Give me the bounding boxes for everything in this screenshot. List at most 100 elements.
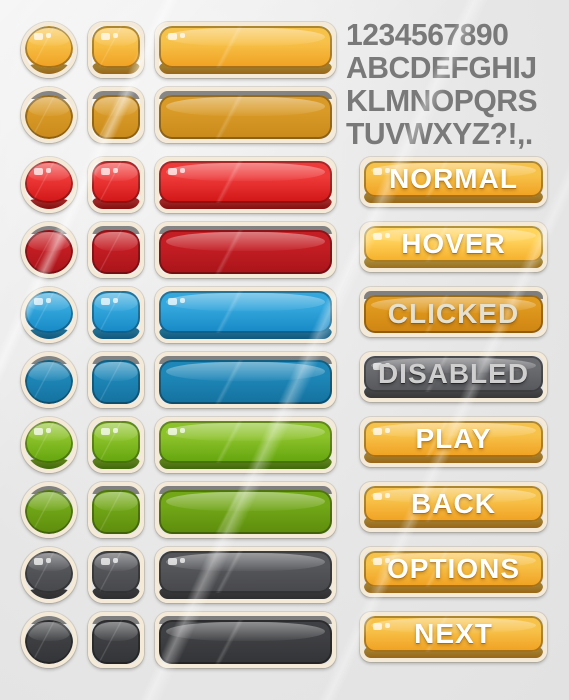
font-row-alpha-2: KLMNOPQRS [346, 83, 538, 118]
button-face [159, 620, 332, 664]
sheen-streak [25, 421, 73, 463]
gloss-highlight [165, 423, 326, 441]
button-orange-pressed-wide[interactable] [155, 87, 336, 143]
gloss-highlight [26, 232, 72, 251]
sheen-streak [25, 26, 73, 68]
button-red-normal-circle[interactable] [21, 157, 77, 213]
button-face [92, 620, 140, 664]
button-orange-normal-wide[interactable] [155, 22, 336, 78]
button-blue-normal-square[interactable] [88, 287, 144, 343]
highlight-dot-large [101, 428, 110, 435]
button-gray-pressed-square[interactable] [88, 612, 144, 668]
button-orange-normal-circle[interactable] [21, 22, 77, 78]
button-gray-normal-circle[interactable] [21, 547, 77, 603]
button-back[interactable]: BACK [360, 482, 547, 532]
sheen-streak [159, 230, 332, 274]
button-green-normal-square[interactable] [88, 417, 144, 473]
button-red-normal-square[interactable] [88, 157, 144, 213]
gloss-highlight [371, 617, 536, 633]
button-orange-pressed-square[interactable] [88, 87, 144, 143]
sheen-streak [364, 421, 543, 457]
button-green-pressed-square[interactable] [88, 482, 144, 538]
gloss-highlight [93, 622, 139, 641]
highlight-dot-large [101, 168, 110, 175]
button-face [364, 295, 543, 333]
gloss-highlight [371, 552, 536, 568]
button-orange-pressed-circle[interactable] [21, 87, 77, 143]
sheen-streak [25, 230, 73, 274]
sheen-streak [25, 490, 73, 534]
gloss-highlight [165, 28, 326, 46]
button-face [159, 360, 332, 404]
button-face [92, 230, 140, 274]
button-blue-normal-circle[interactable] [21, 287, 77, 343]
button-face [25, 291, 73, 333]
highlight-dot-small [385, 168, 390, 173]
sheen-streak [364, 551, 543, 587]
button-disabled[interactable]: DISABLED [360, 352, 547, 402]
button-face [25, 421, 73, 463]
highlight-dot-large [34, 298, 43, 305]
gloss-highlight [26, 28, 72, 46]
gloss-highlight [165, 97, 326, 116]
gloss-highlight [93, 293, 139, 311]
highlight-dot-small [385, 623, 390, 628]
button-face [364, 421, 543, 457]
gloss-highlight [371, 357, 536, 373]
highlight-dot-large [101, 558, 110, 565]
button-normal[interactable]: NORMAL [360, 157, 547, 207]
button-face [25, 551, 73, 593]
button-options[interactable]: OPTIONS [360, 547, 547, 597]
button-face [25, 95, 73, 139]
button-green-pressed-wide[interactable] [155, 482, 336, 538]
sheen-streak [92, 230, 140, 274]
button-face [159, 421, 332, 463]
button-kit-canvas: 1234567890 ABCDEFGHIJ KLMNOPQRS TUVWXYZ?… [0, 0, 569, 700]
highlight-dot-large [373, 363, 382, 370]
button-face [92, 291, 140, 333]
gloss-highlight [165, 553, 326, 571]
button-green-pressed-circle[interactable] [21, 482, 77, 538]
button-blue-pressed-wide[interactable] [155, 352, 336, 408]
button-play[interactable]: PLAY [360, 417, 547, 467]
button-gray-pressed-wide[interactable] [155, 612, 336, 668]
gloss-highlight [371, 227, 536, 243]
gloss-highlight [26, 163, 72, 181]
button-face [25, 161, 73, 203]
highlight-dot-small [46, 168, 51, 173]
gloss-highlight [26, 423, 72, 441]
button-red-normal-wide[interactable] [155, 157, 336, 213]
button-green-normal-wide[interactable] [155, 417, 336, 473]
button-face [25, 360, 73, 404]
button-blue-normal-wide[interactable] [155, 287, 336, 343]
button-orange-normal-square[interactable] [88, 22, 144, 78]
button-gray-pressed-circle[interactable] [21, 612, 77, 668]
highlight-dot-large [373, 428, 382, 435]
button-next[interactable]: NEXT [360, 612, 547, 662]
gloss-highlight [93, 423, 139, 441]
button-blue-pressed-circle[interactable] [21, 352, 77, 408]
gloss-highlight [371, 487, 536, 503]
sheen-streak [159, 551, 332, 593]
sheen-streak [92, 421, 140, 463]
button-face [159, 291, 332, 333]
highlight-dot-large [34, 168, 43, 175]
button-gray-normal-square[interactable] [88, 547, 144, 603]
button-green-normal-circle[interactable] [21, 417, 77, 473]
sheen-streak [25, 95, 73, 139]
button-red-pressed-circle[interactable] [21, 222, 77, 278]
button-red-pressed-wide[interactable] [155, 222, 336, 278]
highlight-dot-small [385, 558, 390, 563]
highlight-dot-large [168, 168, 177, 175]
button-face [92, 490, 140, 534]
highlight-dot-small [46, 558, 51, 563]
button-hover[interactable]: HOVER [360, 222, 547, 272]
button-face [364, 551, 543, 587]
button-red-pressed-square[interactable] [88, 222, 144, 278]
button-clicked[interactable]: CLICKED [360, 287, 547, 337]
highlight-dot-large [34, 558, 43, 565]
sheen-streak [159, 95, 332, 139]
button-gray-normal-wide[interactable] [155, 547, 336, 603]
gloss-highlight [93, 97, 139, 116]
button-blue-pressed-square[interactable] [88, 352, 144, 408]
